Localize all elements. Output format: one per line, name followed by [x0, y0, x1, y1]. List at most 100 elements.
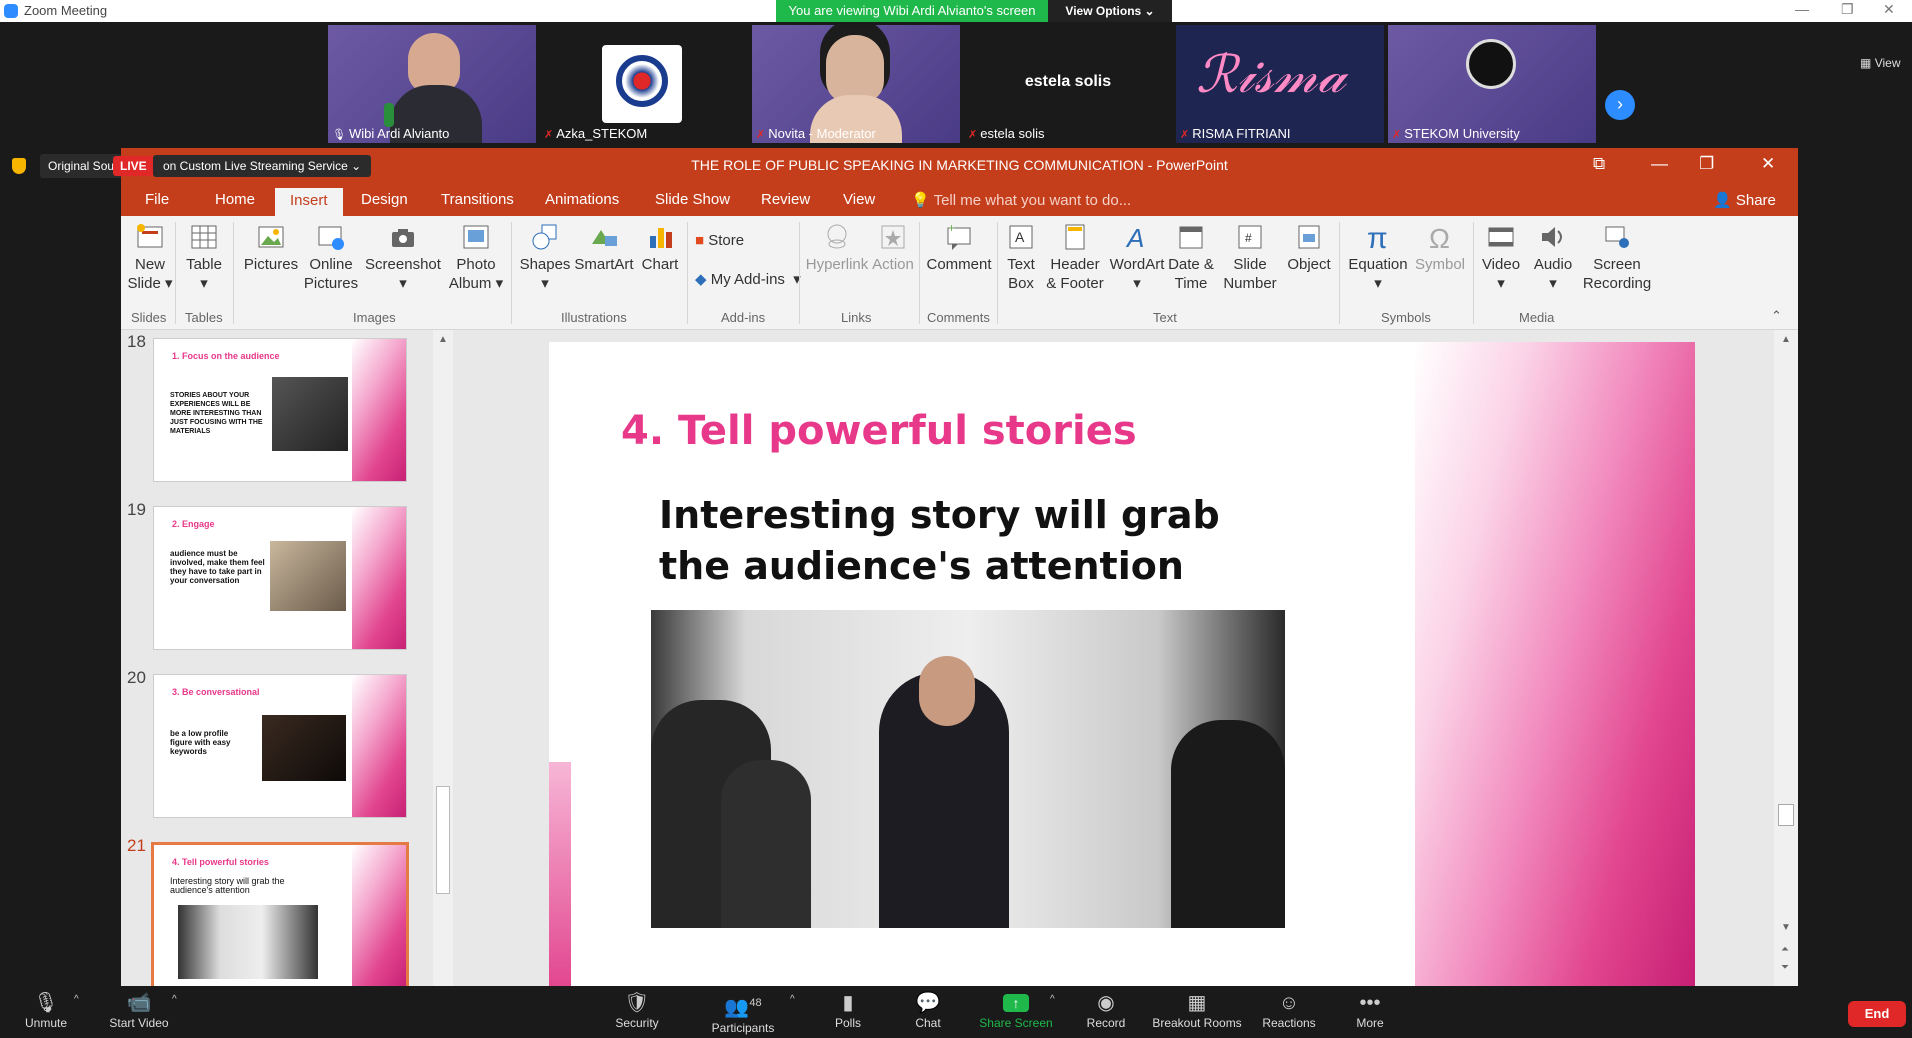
- text-box-button[interactable]: A Text Box: [1001, 222, 1041, 293]
- text-box-icon: A: [1009, 225, 1033, 249]
- screen-recording-button[interactable]: Screen Recording: [1577, 222, 1657, 293]
- hyperlink-button[interactable]: Hyperlink: [803, 222, 871, 274]
- header-footer-button[interactable]: Header & Footer: [1043, 222, 1107, 293]
- participant-tile[interactable]: ✗ STEKOM University: [1388, 25, 1596, 143]
- screenshot-button[interactable]: Screenshot ▾: [365, 222, 441, 293]
- ribbon-display-icon[interactable]: ⧉: [1593, 154, 1605, 174]
- stekom-logo: [602, 45, 682, 123]
- slide-title[interactable]: 4. Tell powerful stories: [621, 408, 1137, 454]
- minimize-icon[interactable]: —: [1795, 1, 1809, 17]
- scroll-up-icon[interactable]: ▲: [1781, 334, 1791, 345]
- share-options-chevron-icon[interactable]: ^: [1050, 994, 1055, 1005]
- close-icon[interactable]: ✕: [1883, 1, 1895, 18]
- slide-thumbnail[interactable]: 1. Focus on the audience STORIES ABOUT Y…: [153, 338, 407, 482]
- close-icon[interactable]: ✕: [1761, 154, 1775, 174]
- slide-thumbnail-selected[interactable]: 4. Tell powerful stories Interesting sto…: [151, 842, 409, 986]
- share-screen-button[interactable]: ↑ Share Screen: [978, 992, 1054, 1030]
- pictures-button[interactable]: Pictures: [241, 222, 301, 274]
- reactions-button[interactable]: ☺ Reactions: [1262, 992, 1316, 1030]
- tab-home[interactable]: Home: [215, 191, 255, 208]
- unmute-button[interactable]: 🎙 Unmute: [20, 992, 72, 1030]
- participants-label: Participants: [711, 1020, 775, 1035]
- slide-body-text[interactable]: Interesting story will grab the audience…: [659, 490, 1279, 592]
- audio-options-chevron-icon[interactable]: ^: [74, 994, 79, 1005]
- chart-button[interactable]: Chart: [637, 222, 683, 274]
- video-options-chevron-icon[interactable]: ^: [172, 994, 177, 1005]
- slide-thumbnail[interactable]: 2. Engage audience must be involved, mak…: [153, 506, 407, 650]
- new-slide-button[interactable]: New Slide ▾: [127, 222, 173, 293]
- group-label-symbols: Symbols: [1381, 310, 1431, 325]
- my-addins-button[interactable]: ◆ My Add-ins ▾: [695, 270, 801, 288]
- tab-transitions[interactable]: Transitions: [441, 191, 514, 208]
- participant-tile[interactable]: 🎙 Wibi Ardi Alvianto: [328, 25, 536, 143]
- scroll-down-icon[interactable]: ▼: [1781, 922, 1791, 933]
- view-options-button[interactable]: View Options ⌄: [1048, 0, 1172, 22]
- tell-me-search[interactable]: 💡 Tell me what you want to do...: [911, 191, 1131, 209]
- scroll-thumb[interactable]: [1778, 804, 1794, 826]
- breakout-rooms-icon: ▦: [1187, 992, 1207, 1014]
- collapse-ribbon-icon[interactable]: ⌃: [1771, 308, 1782, 324]
- polls-button[interactable]: ▮ Polls: [830, 992, 866, 1030]
- video-button[interactable]: Video ▾: [1477, 222, 1525, 293]
- equation-button[interactable]: π Equation ▾: [1343, 222, 1413, 293]
- participants-chevron-icon[interactable]: ^: [790, 994, 795, 1005]
- maximize-icon[interactable]: ❐: [1841, 1, 1854, 18]
- more-button[interactable]: ••• More: [1354, 992, 1386, 1030]
- action-button[interactable]: Action: [869, 222, 917, 274]
- symbol-button[interactable]: Ω Symbol: [1411, 222, 1469, 274]
- participant-tile[interactable]: ℛ𝒾𝓈𝓂𝒶 ✗ RISMA FITRIANI: [1176, 25, 1384, 143]
- editor-scrollbar[interactable]: ▲ ▼ ⏶ ⏷: [1774, 330, 1798, 986]
- view-button[interactable]: ▦ View: [1860, 56, 1900, 70]
- previous-slide-icon[interactable]: ⏶: [1781, 944, 1789, 955]
- slide-photo[interactable]: [651, 610, 1285, 928]
- photo-album-icon: [463, 225, 489, 249]
- tab-animations[interactable]: Animations: [545, 191, 619, 208]
- current-slide[interactable]: 4. Tell powerful stories Interesting sto…: [549, 342, 1695, 986]
- audio-button[interactable]: Audio ▾: [1529, 222, 1577, 293]
- photo-presenter-head: [919, 656, 975, 726]
- next-page-button[interactable]: ›: [1605, 90, 1635, 120]
- wordart-button[interactable]: A WordArt ▾: [1107, 222, 1167, 293]
- scroll-up-icon[interactable]: ▲: [438, 334, 448, 345]
- comment-button[interactable]: + Comment: [923, 222, 995, 274]
- start-video-button[interactable]: 📹 Start Video: [104, 992, 174, 1030]
- chat-button[interactable]: 💬 Chat: [912, 992, 944, 1030]
- end-button[interactable]: End: [1848, 1001, 1906, 1027]
- next-slide-icon[interactable]: ⏷: [1781, 962, 1789, 973]
- tab-review[interactable]: Review: [761, 191, 810, 208]
- minimize-icon[interactable]: —: [1651, 154, 1668, 174]
- online-pictures-button[interactable]: Online Pictures: [303, 222, 359, 293]
- participant-tile[interactable]: ✗ Azka_STEKOM: [540, 25, 748, 143]
- tab-design[interactable]: Design: [361, 191, 408, 208]
- share-label: Share: [1735, 192, 1776, 209]
- share-button[interactable]: 👤 Share: [1713, 191, 1776, 209]
- record-button[interactable]: ◉ Record: [1084, 992, 1128, 1030]
- slide-thumbnail[interactable]: 3. Be conversational be a low profile fi…: [153, 674, 407, 818]
- slide-number-button[interactable]: # Slide Number: [1219, 222, 1281, 293]
- calendar-icon: [1179, 226, 1203, 249]
- participant-tile[interactable]: estela solis ✗ estela solis: [964, 25, 1172, 143]
- live-stream-dropdown[interactable]: on Custom Live Streaming Service ⌄: [153, 155, 372, 177]
- mic-muted-icon: ✗: [1392, 129, 1402, 141]
- thumbnails-scrollbar[interactable]: ▲: [433, 330, 453, 986]
- security-button[interactable]: 🛡 Security: [612, 992, 662, 1030]
- participant-tile[interactable]: ✗ Novita - Moderator: [752, 25, 960, 143]
- scroll-thumb[interactable]: [436, 786, 450, 894]
- participant-name: ✗ estela solis: [968, 126, 1045, 141]
- object-button[interactable]: Object: [1281, 222, 1337, 274]
- tab-insert[interactable]: Insert: [275, 188, 343, 216]
- tab-slide-show[interactable]: Slide Show: [655, 191, 730, 208]
- date-time-button[interactable]: Date & Time: [1165, 222, 1217, 293]
- photo-album-button[interactable]: Photo Album ▾: [443, 222, 509, 293]
- participants-button[interactable]: 👥48 Participants: [710, 992, 776, 1035]
- ppt-window-title: THE ROLE OF PUBLIC SPEAKING IN MARKETING…: [691, 157, 1228, 173]
- store-button[interactable]: ■ Store: [695, 232, 744, 249]
- ppt-titlebar: THE ROLE OF PUBLIC SPEAKING IN MARKETING…: [121, 148, 1798, 184]
- tab-file[interactable]: File: [145, 191, 169, 208]
- tab-view[interactable]: View: [843, 191, 875, 208]
- restore-icon[interactable]: ❐: [1699, 154, 1714, 174]
- chat-icon: 💬: [915, 992, 941, 1014]
- smartart-button[interactable]: SmartArt: [565, 222, 643, 274]
- table-button[interactable]: Table ▾: [181, 222, 227, 293]
- breakout-rooms-button[interactable]: ▦ Breakout Rooms: [1152, 992, 1242, 1030]
